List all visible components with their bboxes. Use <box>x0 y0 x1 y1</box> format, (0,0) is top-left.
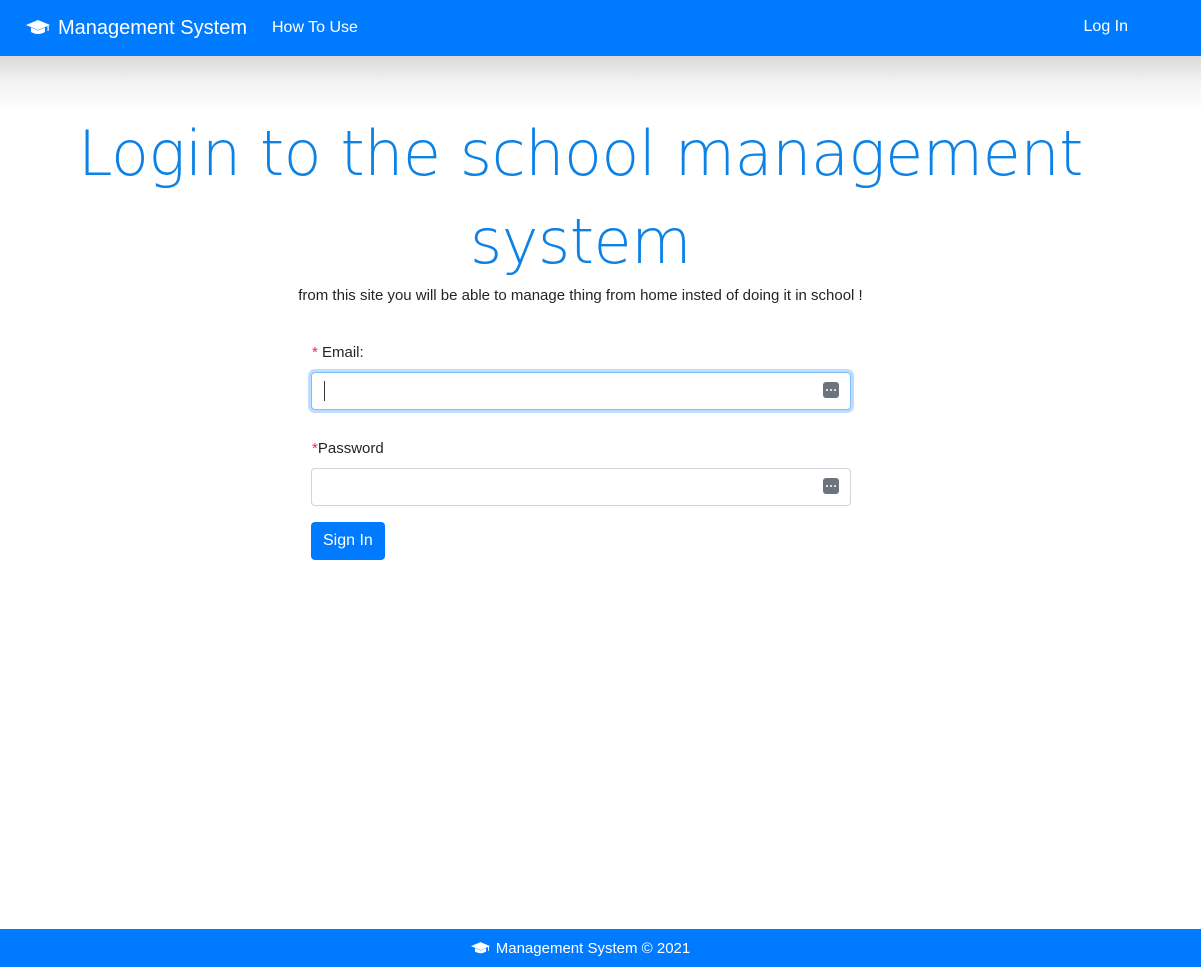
password-manager-icon[interactable] <box>823 478 839 494</box>
password-label: *Password <box>312 438 851 460</box>
password-field-wrap <box>311 468 851 506</box>
sign-in-button[interactable]: Sign In <box>311 522 385 560</box>
email-input[interactable] <box>311 372 851 410</box>
page-subtitle: from this site you will be able to manag… <box>298 287 863 304</box>
password-manager-icon[interactable] <box>823 382 839 398</box>
nav-shadow <box>0 56 1201 112</box>
email-label-text: Email: <box>317 344 364 361</box>
graduation-cap-icon <box>26 20 50 36</box>
page-title: Login to the school management system <box>78 117 1083 278</box>
nav-log-in[interactable]: Log In <box>1084 18 1128 36</box>
brand-title: Management System <box>58 16 247 39</box>
footer: Management System © 2021 <box>0 929 1201 967</box>
navbar: Management System How To Use Log In <box>0 0 1201 56</box>
graduation-cap-icon <box>470 941 490 955</box>
brand-link[interactable]: Management System <box>26 17 247 40</box>
login-form: * Email: *Password Sign In <box>311 342 851 560</box>
nav-how-to-use[interactable]: How To Use <box>272 19 358 37</box>
text-caret <box>324 381 325 401</box>
password-label-text: Password <box>317 440 384 457</box>
footer-text: Management System © 2021 <box>495 939 691 957</box>
email-label: * Email: <box>312 342 851 364</box>
password-input[interactable] <box>311 468 851 506</box>
email-field-wrap <box>311 372 851 410</box>
